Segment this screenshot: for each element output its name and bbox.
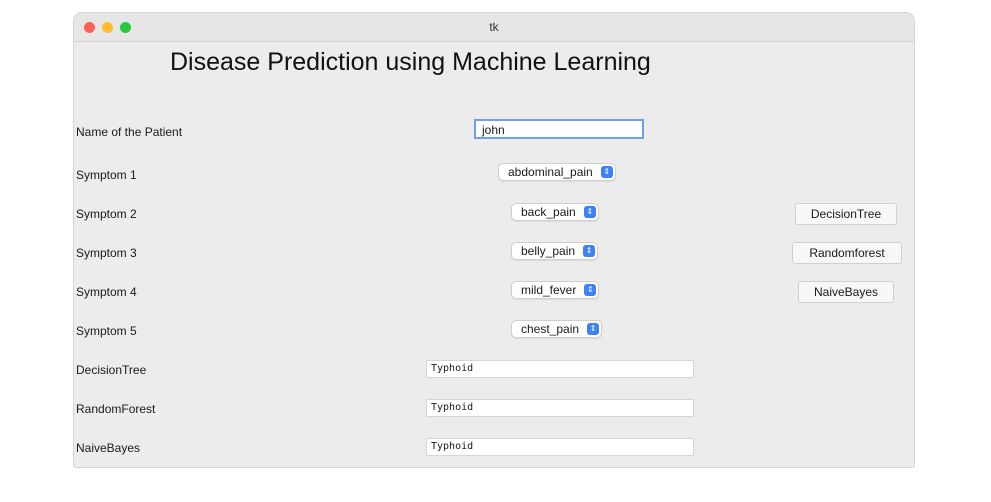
chevron-updown-icon: ⇕ [583, 206, 596, 218]
symptom-1-select[interactable]: abdominal_pain ⇕ [498, 163, 616, 181]
symptom-1-label: Symptom 1 [76, 168, 137, 182]
patient-name-label: Name of the Patient [76, 125, 183, 139]
title-bar: tk [74, 13, 914, 42]
decision-tree-result-field: Typhoid [426, 360, 694, 378]
chevron-updown-icon: ⇕ [584, 284, 597, 296]
window-title: tk [489, 20, 499, 34]
random-forest-result-field: Typhoid [426, 399, 694, 417]
symptom-3-label: Symptom 3 [76, 246, 137, 260]
symptom-2-value: back_pain [521, 205, 576, 219]
symptom-5-value: chest_pain [521, 322, 580, 336]
naive-bayes-result-field: Typhoid [426, 438, 694, 456]
page-title: Disease Prediction using Machine Learnin… [170, 48, 651, 76]
main-content: Disease Prediction using Machine Learnin… [74, 42, 914, 467]
app-window: tk Disease Prediction using Machine Lear… [74, 13, 914, 467]
symptom-2-label: Symptom 2 [76, 207, 137, 221]
naive-bayes-result-label: NaiveBayes [76, 441, 141, 455]
naive-bayes-button[interactable]: NaiveBayes [798, 281, 894, 303]
decision-tree-button[interactable]: DecisionTree [795, 203, 897, 225]
symptom-3-value: belly_pain [521, 244, 576, 258]
symptom-4-label: Symptom 4 [76, 285, 137, 299]
decision-tree-result-label: DecisionTree [76, 363, 147, 377]
symptom-4-value: mild_fever [521, 283, 577, 297]
symptom-2-select[interactable]: back_pain ⇕ [511, 203, 599, 221]
random-forest-result-label: RandomForest [76, 402, 156, 416]
random-forest-button[interactable]: Randomforest [792, 242, 902, 264]
patient-name-input[interactable]: john [474, 119, 644, 139]
chevron-updown-icon: ⇕ [587, 323, 600, 335]
symptom-5-label: Symptom 5 [76, 324, 137, 338]
symptom-5-select[interactable]: chest_pain ⇕ [511, 320, 603, 338]
symptom-3-select[interactable]: belly_pain ⇕ [511, 242, 599, 260]
symptom-1-value: abdominal_pain [508, 165, 593, 179]
symptom-4-select[interactable]: mild_fever ⇕ [511, 281, 600, 299]
chevron-updown-icon: ⇕ [600, 166, 613, 178]
chevron-updown-icon: ⇕ [583, 245, 596, 257]
